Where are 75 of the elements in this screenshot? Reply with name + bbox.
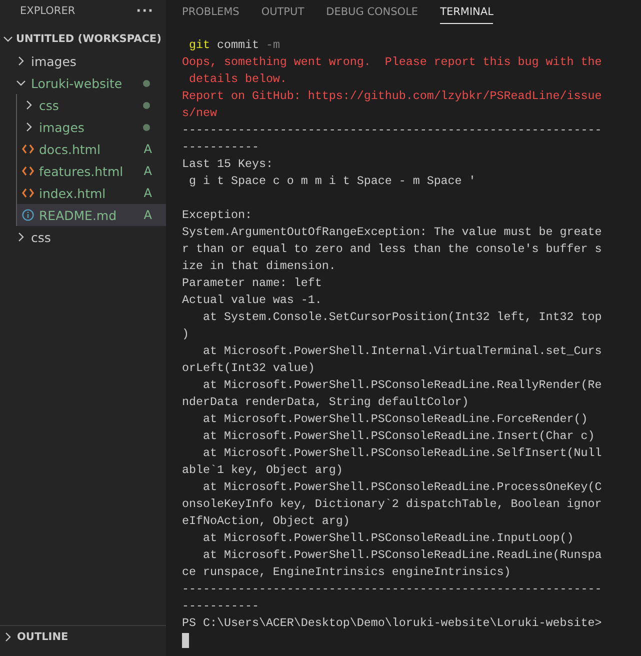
- error-line: Report on GitHub: https://github.com/lzybkr/PSReadLine/issue: [182, 88, 603, 105]
- output-line: PS C:\Users\ACER\Desktop\Demo\loruki-website\Loruki-website>: [182, 615, 603, 632]
- output-line: Exception:: [182, 207, 253, 224]
- output-line: ce runspace, EngineIntrinsics engineIntrinsics): [182, 564, 512, 581]
- code-brackets-icon: [22, 166, 34, 176]
- output-line: Parameter name: left: [182, 275, 323, 292]
- folder-item[interactable]: css: [0, 226, 166, 248]
- item-label: docs.html: [39, 142, 102, 156]
- workspace-header[interactable]: UNTITLED (WORKSPACE): [0, 28, 166, 50]
- file-item[interactable]: docs.html A: [17, 138, 166, 160]
- chevron-icon: [16, 78, 26, 88]
- output-line: at Microsoft.PowerShell.PSConsoleReadLine.InputLoop(): [202, 530, 575, 547]
- output-line: onsoleKeyInfo key, Dictionary`2 dispatchTable, Boolean ignor: [182, 496, 603, 513]
- error-line: s/new: [182, 105, 218, 122]
- chevron-icon: [16, 56, 26, 66]
- file-item[interactable]: index.html A: [17, 182, 166, 204]
- output-line: eIfNoAction, Object arg): [182, 513, 351, 530]
- output-line: at Microsoft.PowerShell.Internal.VirtualTerminal.set_Curs: [202, 343, 603, 360]
- output-line: at Microsoft.PowerShell.PSConsoleReadLine.ReadLine(Runspa: [202, 547, 603, 564]
- item-label: css: [39, 98, 60, 112]
- output-line: at Microsoft.PowerShell.PSConsoleReadLine.ReallyRender(Re: [202, 377, 603, 394]
- output-line: g i t Space c o m m i t Space - m Space ': [188, 173, 477, 190]
- chevron-icon: [3, 34, 13, 44]
- output-line: -----------: [182, 598, 260, 615]
- output-line: ------------------------------------------------------------: [182, 581, 603, 598]
- command-line: git commit -m: [188, 37, 281, 54]
- folder-item[interactable]: Loruki-website: [0, 72, 166, 94]
- output-line: able`1 key, Object arg): [182, 462, 344, 479]
- git-status-letter: A: [144, 208, 152, 222]
- folder-item[interactable]: images: [0, 50, 166, 72]
- code-brackets-icon: [22, 144, 34, 154]
- output-line: at System.Console.SetCursorPosition(Int32 left, Int32 top: [202, 309, 603, 326]
- code-brackets-icon: [22, 188, 34, 198]
- output-line: ): [182, 326, 190, 343]
- folder-item[interactable]: images: [17, 116, 166, 138]
- item-label: features.html: [39, 164, 124, 178]
- item-label: images: [39, 120, 86, 134]
- info-icon: [22, 209, 34, 221]
- output-line: at Microsoft.PowerShell.PSConsoleReadLine.ProcessOneKey(C: [202, 479, 603, 496]
- output-line: Last 15 Keys:: [182, 156, 274, 173]
- panel-tab[interactable]: PROBLEMS: [182, 0, 240, 24]
- item-label: images: [31, 54, 78, 68]
- git-status-letter: A: [144, 186, 152, 200]
- output-line: ------------------------------------------------------------: [182, 122, 603, 139]
- chevron-icon: [24, 122, 34, 132]
- output-line: ize in that dimension.: [182, 258, 337, 275]
- folder-item[interactable]: css: [17, 94, 166, 116]
- output-line: at Microsoft.PowerShell.PSConsoleReadLine.Insert(Char c): [202, 428, 596, 445]
- output-line: at Microsoft.PowerShell.PSConsoleReadLine.SelfInsert(Null: [202, 445, 603, 462]
- git-status-letter: A: [144, 164, 152, 178]
- error-line: Oops, something went wrong. Please report this bug with the: [182, 54, 603, 71]
- output-line: System.ArgumentOutOfRangeException: The value must be greate: [182, 224, 603, 241]
- git-status-letter: A: [144, 142, 152, 156]
- error-line: details below.: [188, 71, 288, 88]
- panel-tab[interactable]: OUTPUT: [261, 0, 304, 24]
- output-line: Actual value was -1.: [182, 292, 323, 309]
- file-item[interactable]: features.html A: [17, 160, 166, 182]
- output-line: -----------: [182, 139, 260, 156]
- chevron-icon: [16, 232, 26, 242]
- item-label: Loruki-website: [31, 76, 124, 90]
- item-label: index.html: [39, 186, 107, 200]
- output-line: orLeft(Int32 value): [182, 360, 316, 377]
- sidebar-title: EXPLORER: [20, 5, 76, 17]
- panel-tab[interactable]: DEBUG CONSOLE: [326, 0, 418, 24]
- file-item[interactable]: README.md A: [17, 204, 166, 226]
- item-label: css: [31, 230, 52, 244]
- more-actions-button[interactable]: ···: [136, 4, 154, 18]
- panel-tab[interactable]: TERMINAL: [440, 0, 494, 24]
- chevron-icon: [3, 632, 13, 642]
- chevron-icon: [24, 100, 34, 110]
- output-line: nderData renderData, String defaultColor): [182, 394, 470, 411]
- cursor-icon: [182, 633, 189, 648]
- output-line: at Microsoft.PowerShell.PSConsoleReadLine.ForceRender(): [202, 411, 589, 428]
- output-line: r than or equal to zero and less than the console's buffer s: [182, 241, 603, 258]
- item-label: README.md: [39, 208, 118, 222]
